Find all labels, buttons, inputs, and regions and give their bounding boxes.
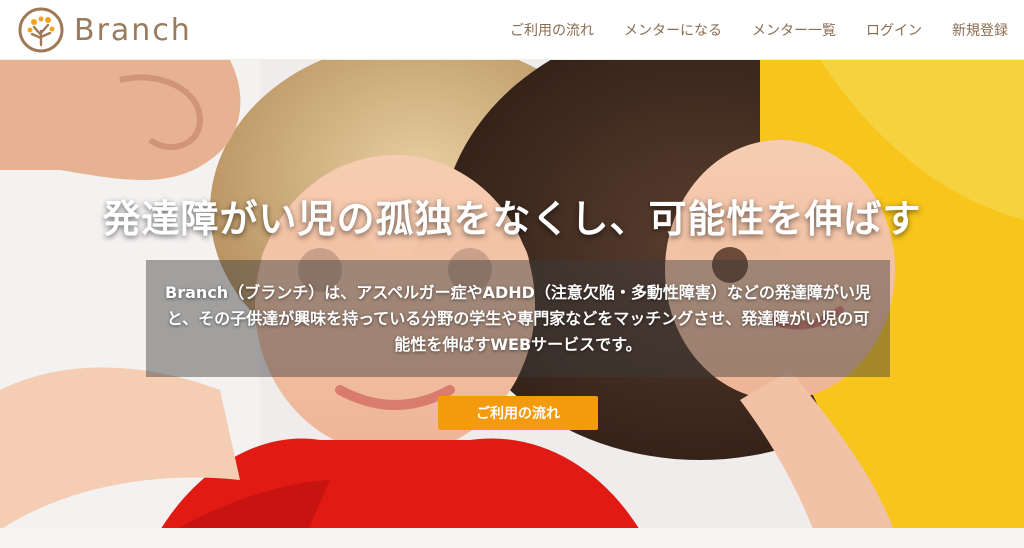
nav-item-become-mentor[interactable]: メンターになる [624, 20, 722, 40]
nav-item-signup[interactable]: 新規登録 [952, 20, 1008, 40]
brand-logo[interactable]: Branch [18, 7, 192, 53]
tree-icon [18, 7, 64, 53]
hero-description-box: Branch（ブランチ）は、アスペルガー症やADHD（注意欠陥・多動性障害）など… [146, 260, 890, 377]
nav-item-login[interactable]: ログイン [866, 20, 922, 40]
brand-name: Branch [74, 12, 192, 48]
usage-flow-button[interactable]: ご利用の流れ [438, 396, 598, 430]
nav-item-usage-flow[interactable]: ご利用の流れ [510, 20, 594, 40]
main-nav: ご利用の流れ メンターになる メンター一覧 ログイン 新規登録 [480, 0, 1008, 60]
site-header: Branch ご利用の流れ メンターになる メンター一覧 ログイン 新規登録 [0, 0, 1024, 60]
hero-headline: 発達障がい児の孤独をなくし、可能性を伸ばす [102, 197, 922, 241]
hero-description: Branch（ブランチ）は、アスペルガー症やADHD（注意欠陥・多動性障害）など… [165, 282, 871, 354]
nav-item-mentor-list[interactable]: メンター一覧 [752, 20, 836, 40]
hero-section: 発達障がい児の孤独をなくし、可能性を伸ばす Branch（ブランチ）は、アスペル… [0, 60, 1024, 548]
